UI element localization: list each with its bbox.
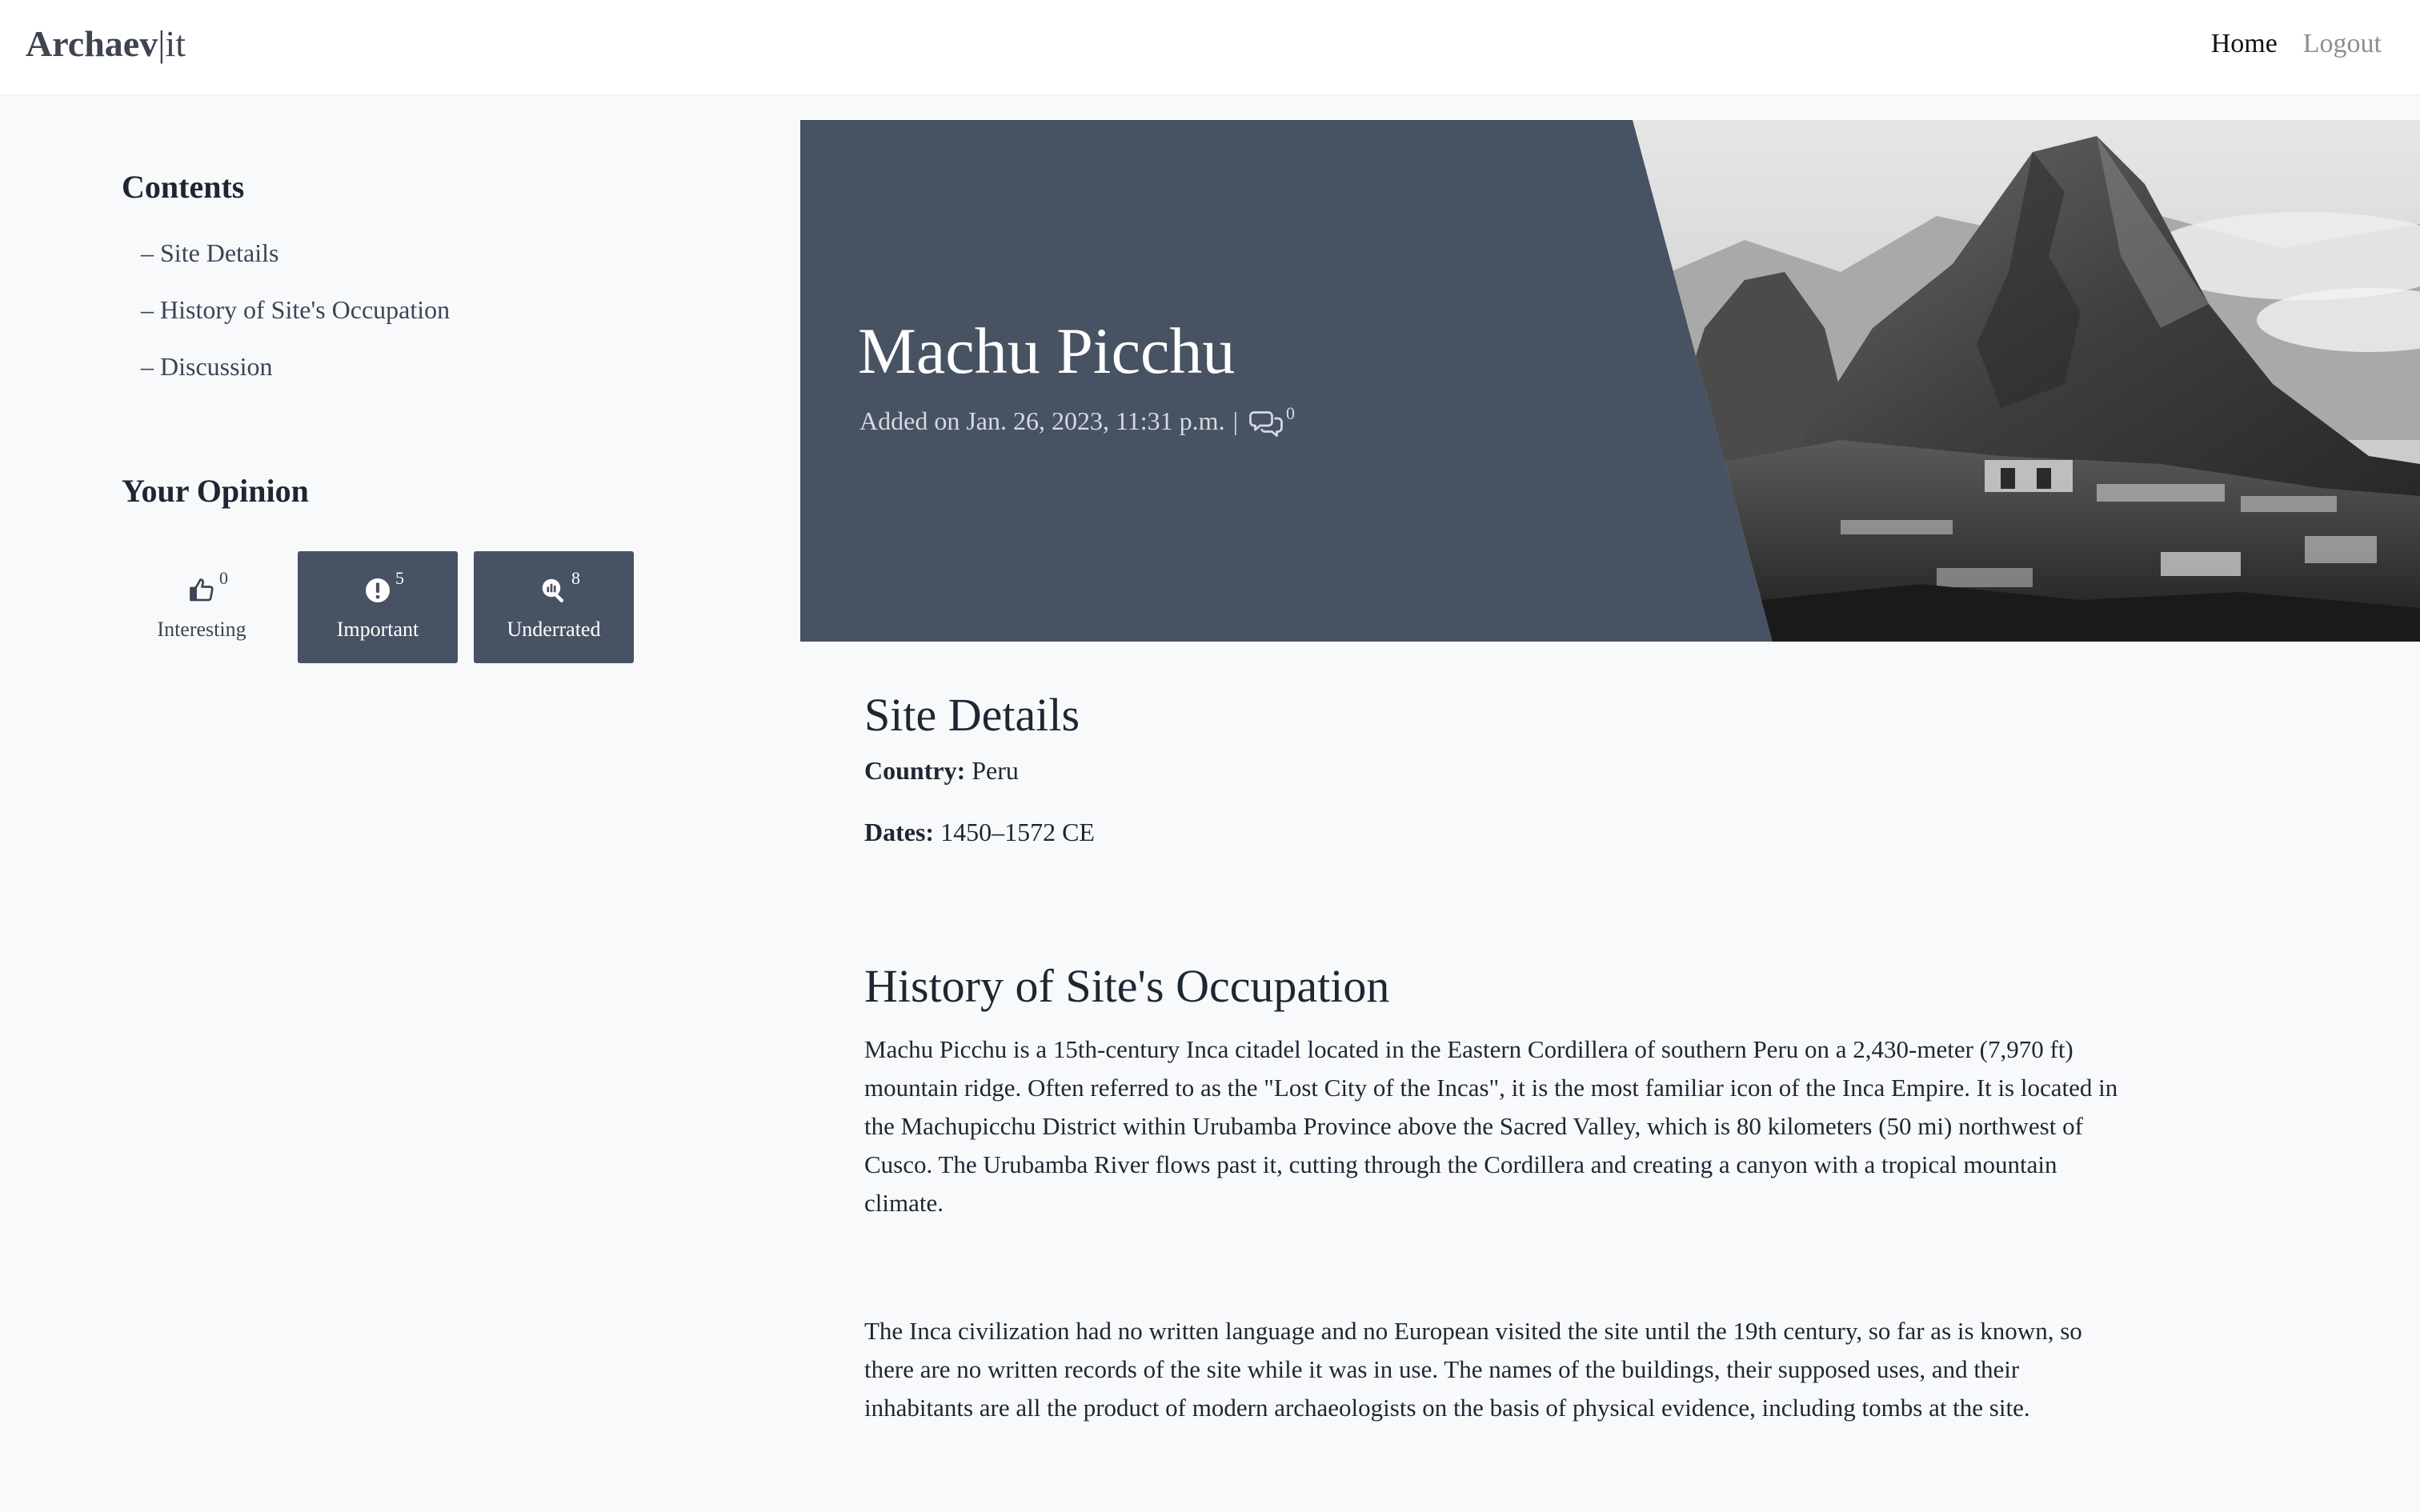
- interesting-label: Interesting: [157, 618, 246, 641]
- nav-logout-link[interactable]: Logout: [2303, 29, 2382, 59]
- table-of-contents: – Site Details – History of Site's Occup…: [141, 236, 730, 406]
- important-label: Important: [336, 618, 419, 641]
- nav-home-link[interactable]: Home: [2211, 29, 2278, 59]
- dates-row: Dates: 1450–1572 CE: [864, 818, 2145, 847]
- interesting-button[interactable]: 0 Interesting: [122, 551, 282, 663]
- history-paragraph-1: Machu Picchu is a 15th-century Inca cita…: [864, 1035, 2118, 1217]
- country-row: Country: Peru: [864, 756, 2145, 786]
- toc-item-discussion[interactable]: – Discussion: [141, 350, 730, 406]
- underrated-label: Underrated: [507, 618, 601, 641]
- top-navbar: Archaev|it Home Logout: [0, 0, 2420, 94]
- important-button[interactable]: 5 Important: [298, 551, 458, 663]
- sidebar: Contents – Site Details – History of Sit…: [122, 168, 730, 663]
- hero-banner: Machu Picchu Added on Jan. 26, 2023, 11:…: [800, 120, 2420, 642]
- brand-logo[interactable]: Archaev|it: [26, 22, 186, 65]
- your-opinion-heading: Your Opinion: [122, 473, 309, 509]
- dates-label: Dates:: [864, 818, 935, 846]
- history-paragraph-2: The Inca civilization had no written lan…: [864, 1317, 2082, 1422]
- comment-count: 0: [1285, 403, 1295, 423]
- exclamation-circle-icon: [366, 578, 390, 602]
- site-details-heading: Site Details: [864, 689, 1080, 741]
- brand-name-bold: Archaev: [26, 23, 158, 64]
- opinion-buttons: 0 Interesting 5 Important 8 Underrated: [122, 551, 730, 663]
- site-title: Machu Picchu: [858, 314, 1236, 387]
- interesting-count: 0: [219, 568, 228, 588]
- thumbs-up-icon: [190, 578, 214, 602]
- underrated-count: 8: [571, 568, 580, 588]
- history-section: History of Site's Occupation Machu Picch…: [864, 959, 2145, 1427]
- underrated-button[interactable]: 8 Underrated: [474, 551, 634, 663]
- site-meta: Added on Jan. 26, 2023, 11:31 p.m. | 0: [859, 403, 1295, 438]
- meta-separator: |: [1232, 406, 1238, 435]
- country-label: Country:: [864, 756, 966, 785]
- history-heading: History of Site's Occupation: [864, 960, 1390, 1012]
- country-value: Peru: [972, 756, 1019, 785]
- important-count: 5: [395, 568, 404, 588]
- toc-item-site-details[interactable]: – Site Details: [141, 236, 730, 293]
- search-chart-icon: [542, 578, 564, 603]
- site-details-section: Site Details Country: Peru Dates: 1450–1…: [864, 688, 2145, 847]
- brand-name-rest: it: [165, 23, 186, 64]
- main-content: Site Details Country: Peru Dates: 1450–1…: [864, 688, 2145, 1427]
- toc-item-history[interactable]: – History of Site's Occupation: [141, 293, 730, 350]
- added-on-text: Added on Jan. 26, 2023, 11:31 p.m.: [859, 406, 1225, 435]
- dates-value: 1450–1572 CE: [940, 818, 1095, 846]
- nav-links: Home Logout: [2211, 29, 2382, 59]
- comments-icon[interactable]: [1249, 408, 1283, 438]
- contents-heading: Contents: [122, 169, 245, 205]
